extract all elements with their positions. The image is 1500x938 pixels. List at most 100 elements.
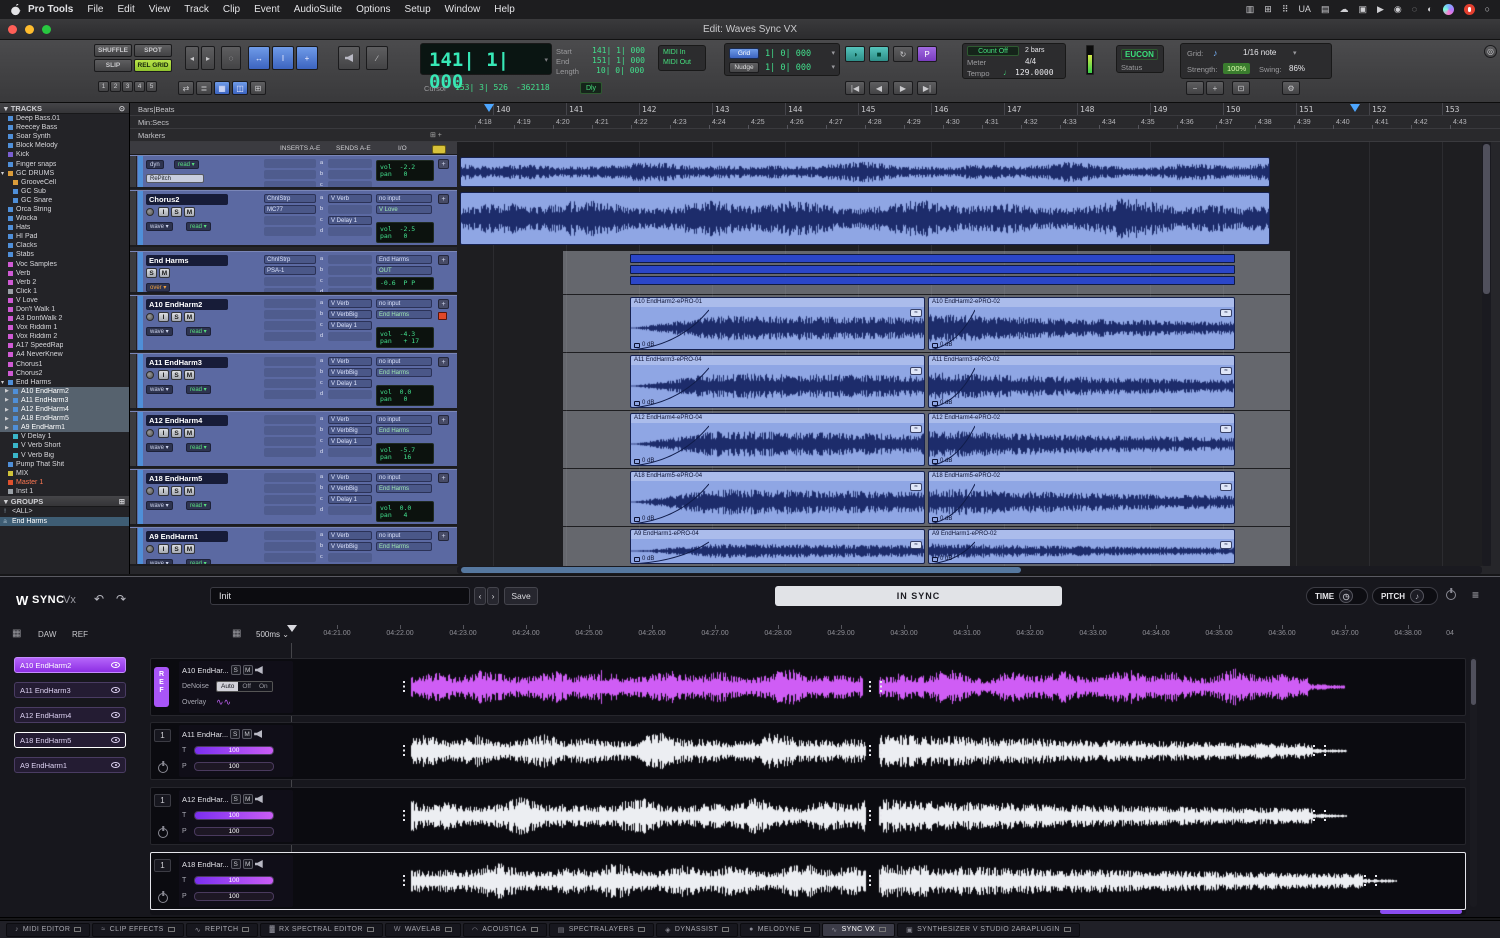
- insert-slot-empty[interactable]: [264, 227, 316, 236]
- solo-button[interactable]: S: [146, 268, 157, 278]
- clip-gain-icon[interactable]: ≈: [910, 483, 922, 491]
- plugin-track-chip-a10-endharm2[interactable]: A10 EndHarm2: [14, 657, 126, 673]
- track-name[interactable]: A10 EndHarm2: [146, 299, 228, 310]
- time-toggle-icon[interactable]: ◷: [1339, 589, 1353, 603]
- clip-gain-value[interactable]: 0 dB: [932, 342, 952, 348]
- insert-slot-empty[interactable]: [264, 299, 316, 308]
- sidebar-track-vox-riddim-2[interactable]: Vox Riddim 2: [0, 332, 129, 341]
- clip-boundary-handle[interactable]: [880, 810, 882, 822]
- clip-boundary-handle[interactable]: [403, 810, 405, 822]
- sidebar-track-orca-string[interactable]: Orca String: [0, 205, 129, 214]
- pitch-slider[interactable]: 100: [194, 892, 274, 901]
- tab-wavelab[interactable]: WWAVELAB: [385, 923, 461, 937]
- output-path[interactable]: V Love: [376, 205, 432, 214]
- eucon-badge[interactable]: EUCON: [1121, 49, 1158, 60]
- mute-button[interactable]: M: [184, 312, 195, 322]
- track-lane-a18[interactable]: A18 EndHarm5-ePRO-04≈0 dBA18 EndHarm5-eP…: [457, 469, 1491, 526]
- menu-help[interactable]: Help: [487, 4, 522, 15]
- collapse-icon[interactable]: ▾: [4, 104, 8, 113]
- strength-value[interactable]: 100%: [1223, 63, 1250, 74]
- sidebar-track-stabs[interactable]: Stabs: [0, 250, 129, 259]
- audio-clip[interactable]: A18 EndHarm5-ePRO-02≈0 dB: [928, 471, 1235, 524]
- sidebar-track-deep-bass-01[interactable]: Deep Bass.01: [0, 114, 129, 123]
- sidebar-track-gc-drums[interactable]: ▾GC DRUMS: [0, 169, 129, 178]
- online-button[interactable]: ◑: [845, 46, 865, 62]
- track-view-selector[interactable]: wave ▾: [146, 559, 173, 566]
- ref-tab[interactable]: R E F: [154, 667, 169, 707]
- menu-setup[interactable]: Setup: [398, 4, 438, 15]
- insert-slot-empty[interactable]: [264, 437, 316, 446]
- insert-slot-empty[interactable]: [264, 426, 316, 435]
- insert-slot[interactable]: PSA-1: [264, 266, 316, 275]
- insert-slot[interactable]: ChnlStrp: [264, 255, 316, 264]
- selection-length[interactable]: 10| 0| 000: [596, 66, 644, 75]
- audio-clip[interactable]: A10 EndHarm2-ePRO-02≈0 dB: [928, 297, 1235, 350]
- record-arm-button[interactable]: [146, 429, 154, 437]
- count-off-button[interactable]: Count Off: [967, 46, 1019, 56]
- power-icon[interactable]: [158, 763, 168, 773]
- power-icon[interactable]: [158, 893, 168, 903]
- redo-icon[interactable]: ↷: [116, 592, 126, 606]
- track-name[interactable]: A18 EndHarm5: [146, 473, 228, 484]
- denoise-off[interactable]: Off: [238, 682, 255, 691]
- user-circle-icon[interactable]: ○: [1485, 5, 1490, 14]
- track-name[interactable]: Chorus2: [146, 194, 228, 205]
- clip-boundary-handle[interactable]: [1324, 810, 1326, 822]
- mute-button[interactable]: M: [184, 544, 195, 554]
- sidebar-track-click-1[interactable]: Click 1: [0, 287, 129, 296]
- daw-view-toggle[interactable]: DAW: [38, 630, 56, 639]
- folder-clip-summary[interactable]: [630, 265, 1235, 274]
- automation-mode[interactable]: read ▾: [186, 443, 211, 452]
- solo-button[interactable]: S: [171, 207, 182, 217]
- undo-icon[interactable]: ↶: [94, 592, 104, 606]
- time-slider[interactable]: 100: [194, 746, 274, 755]
- grid-dropdown-icon[interactable]: ▾: [831, 49, 835, 57]
- track-header-endharms[interactable]: End HarmsSMover ▾ChnlStrpPSA-1abcdEnd Ha…: [130, 251, 457, 294]
- menu-track[interactable]: Track: [177, 4, 216, 15]
- sidebar-track-a9-endharm1[interactable]: ▶A9 EndHarm1: [0, 423, 129, 432]
- record-arm-button[interactable]: [146, 371, 154, 379]
- menu-hamburger-icon[interactable]: ≡: [1472, 588, 1479, 602]
- add-slot-button[interactable]: +: [438, 415, 449, 425]
- repitch-chip[interactable]: RePitch: [146, 174, 204, 183]
- input-path[interactable]: End Harms: [376, 255, 432, 264]
- input-path[interactable]: no input: [376, 415, 432, 424]
- denoise-segmented-control[interactable]: AutoOffOn: [216, 681, 273, 692]
- track-view-selector[interactable]: wave ▾: [146, 222, 173, 231]
- zoom-preset-1[interactable]: 1: [98, 81, 109, 92]
- plugin-track-chip-a18-endharm5[interactable]: A18 EndHarm5: [14, 732, 126, 748]
- insert-slot-empty[interactable]: [264, 495, 316, 504]
- denoise-on[interactable]: On: [255, 682, 272, 691]
- tempo-note-icon[interactable]: ♩: [1003, 68, 1011, 77]
- window-titlebar[interactable]: Edit: Waves Sync VX: [0, 19, 1500, 40]
- clip-gain-icon[interactable]: ≈: [910, 425, 922, 433]
- input-path[interactable]: no input: [376, 531, 432, 540]
- sidebar-track-a17-speedrap[interactable]: A17 SpeedRap: [0, 341, 129, 350]
- solo-button[interactable]: S: [171, 486, 182, 496]
- sidebar-track-hi-pad[interactable]: HI Pad: [0, 232, 129, 241]
- pitch-slider[interactable]: 100: [194, 762, 274, 771]
- visibility-eye-icon[interactable]: [111, 762, 120, 768]
- clip-boundary-handle[interactable]: [869, 681, 871, 693]
- send-slot-empty[interactable]: [328, 288, 372, 294]
- fast-forward-button[interactable]: ▶: [893, 81, 913, 95]
- menu-options[interactable]: Options: [349, 4, 397, 15]
- dropbox-icon[interactable]: ▣: [1358, 5, 1367, 14]
- audio-clip[interactable]: [460, 192, 1270, 245]
- plugin-lane-a18-endhar[interactable]: 1A18 EndHar...SMT100P100: [150, 852, 1466, 910]
- track-lane-a10[interactable]: A10 EndHarm2-ePRO-01≈0 dBA10 EndHarm2-eP…: [457, 295, 1491, 352]
- speaker-icon[interactable]: [255, 795, 263, 803]
- track-header-a18[interactable]: A18 EndHarm5ISMwave ▾read ▾aV VerbbV Ver…: [130, 469, 457, 526]
- track-view-selector[interactable]: wave ▾: [146, 385, 173, 394]
- power-icon[interactable]: [158, 828, 168, 838]
- clip-gain-icon[interactable]: ≈: [1220, 541, 1232, 549]
- volume-pan-display[interactable]: vol -2.2pan 0: [376, 160, 434, 181]
- tab-sync-vx[interactable]: ∿SYNC VX: [822, 923, 895, 937]
- grid-value[interactable]: 1| 0| 000: [765, 49, 811, 59]
- output-path[interactable]: End Harms: [376, 484, 432, 493]
- output-path[interactable]: End Harms: [376, 542, 432, 551]
- group-end-harms[interactable]: aEnd Harms: [0, 517, 129, 527]
- counter-dropdown-icon[interactable]: ▾: [544, 56, 548, 64]
- pitch-toggle-icon[interactable]: ♪: [1410, 589, 1424, 603]
- play-circle-icon[interactable]: ▶: [1377, 5, 1384, 14]
